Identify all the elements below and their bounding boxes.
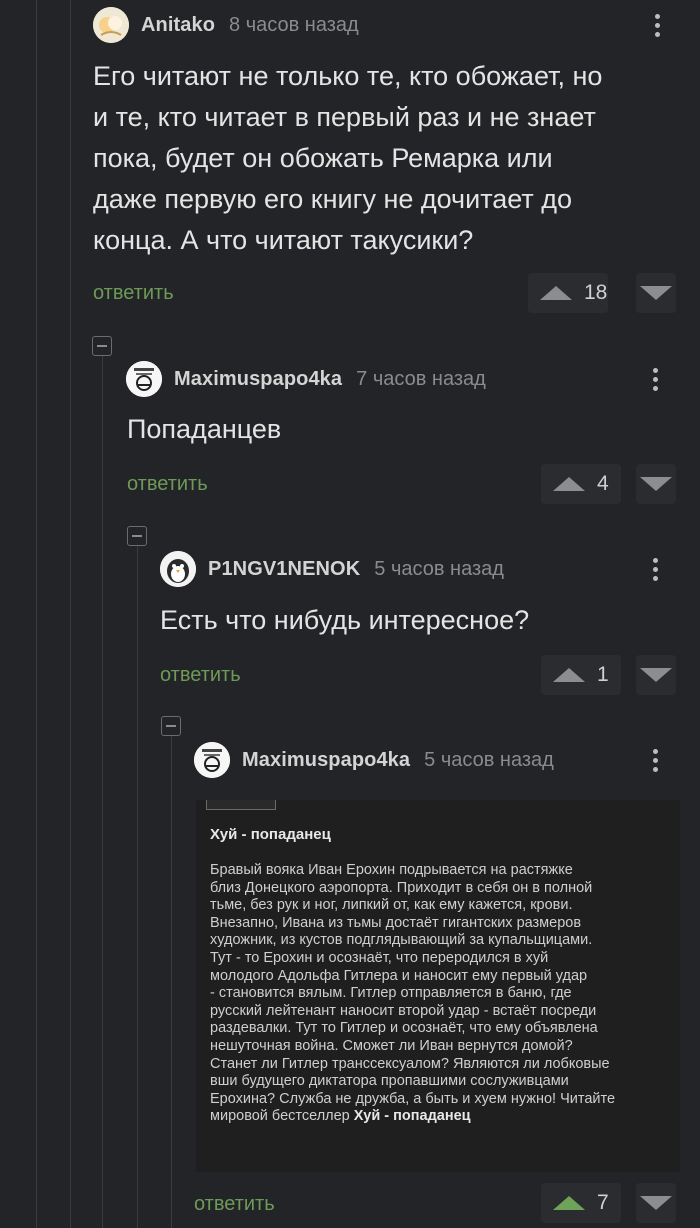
score: 7 <box>597 1191 609 1214</box>
user-avatar-icon <box>126 361 162 397</box>
arrow-up-icon <box>553 477 585 491</box>
downvote-button[interactable] <box>636 655 676 695</box>
score: 18 <box>584 281 608 304</box>
avatar[interactable] <box>160 551 196 587</box>
comment-text: Попаданцев <box>127 414 282 444</box>
avatar[interactable] <box>126 361 162 397</box>
image-text: Бравый вояка Иван Ерохин подрывается на … <box>210 862 616 1125</box>
upvote-button[interactable]: 7 <box>541 1183 621 1223</box>
comment-header: Anitako 8 часов назад <box>93 7 359 43</box>
image-title: Хуй - попаданец <box>210 826 331 843</box>
comment-header: P1NGV1NENOK 5 часов назад <box>160 551 504 587</box>
arrow-up-icon <box>540 286 572 300</box>
more-options-icon[interactable] <box>645 7 669 43</box>
score: 1 <box>597 663 609 686</box>
comment-header: Maximuspapo4ka 5 часов назад <box>194 742 554 778</box>
minus-icon <box>166 725 176 727</box>
thread-line <box>137 546 138 1228</box>
user-avatar-icon <box>93 7 129 43</box>
thread-line <box>102 356 103 1228</box>
thread-line <box>36 0 37 1228</box>
more-options-icon[interactable] <box>643 551 667 587</box>
timestamp: 8 часов назад <box>229 13 359 36</box>
username[interactable]: Anitako <box>141 14 215 37</box>
upvote-button[interactable]: 1 <box>541 655 621 695</box>
username[interactable]: Maximuspapo4ka <box>174 368 342 391</box>
downvote-button[interactable] <box>636 273 676 313</box>
downvote-button[interactable] <box>636 464 676 504</box>
avatar[interactable] <box>93 7 129 43</box>
collapse-thread-button[interactable] <box>127 526 147 546</box>
timestamp: 5 часов назад <box>374 557 504 580</box>
minus-icon <box>132 535 142 537</box>
attached-image[interactable]: Хуй - попаданец Бравый вояка Иван Ерохин… <box>196 800 680 1172</box>
upvote-button[interactable]: 18 <box>528 273 608 313</box>
arrow-up-icon <box>553 668 585 682</box>
timestamp: 5 часов назад <box>424 748 554 771</box>
user-avatar-icon <box>160 551 196 587</box>
username[interactable]: Maximuspapo4ka <box>242 749 410 772</box>
thread-line <box>171 736 172 1228</box>
downvote-button[interactable] <box>636 1183 676 1223</box>
minus-icon <box>97 345 107 347</box>
more-options-icon[interactable] <box>643 742 667 778</box>
arrow-down-icon <box>640 477 672 491</box>
reply-button[interactable]: ответить <box>93 282 174 305</box>
arrow-down-icon <box>640 1196 672 1210</box>
reply-button[interactable]: ответить <box>194 1193 275 1216</box>
timestamp: 7 часов назад <box>356 367 486 390</box>
reply-button[interactable]: ответить <box>127 473 208 496</box>
comment-header: Maximuspapo4ka 7 часов назад <box>126 361 486 397</box>
arrow-down-icon <box>640 286 672 300</box>
image-top-edge <box>206 800 276 810</box>
arrow-down-icon <box>640 668 672 682</box>
arrow-up-icon <box>553 1196 585 1210</box>
comment-text: Есть что нибудь интересное? <box>160 605 530 635</box>
user-avatar-icon <box>194 742 230 778</box>
reply-button[interactable]: ответить <box>160 664 241 687</box>
comment-text: Его читают не только те, кто обожает, но… <box>93 61 603 255</box>
username[interactable]: P1NGV1NENOK <box>208 558 360 581</box>
upvote-button[interactable]: 4 <box>541 464 621 504</box>
avatar[interactable] <box>194 742 230 778</box>
collapse-thread-button[interactable] <box>92 336 112 356</box>
collapse-thread-button[interactable] <box>161 716 181 736</box>
score: 4 <box>597 472 609 495</box>
thread-line <box>70 0 71 1228</box>
more-options-icon[interactable] <box>643 361 667 397</box>
